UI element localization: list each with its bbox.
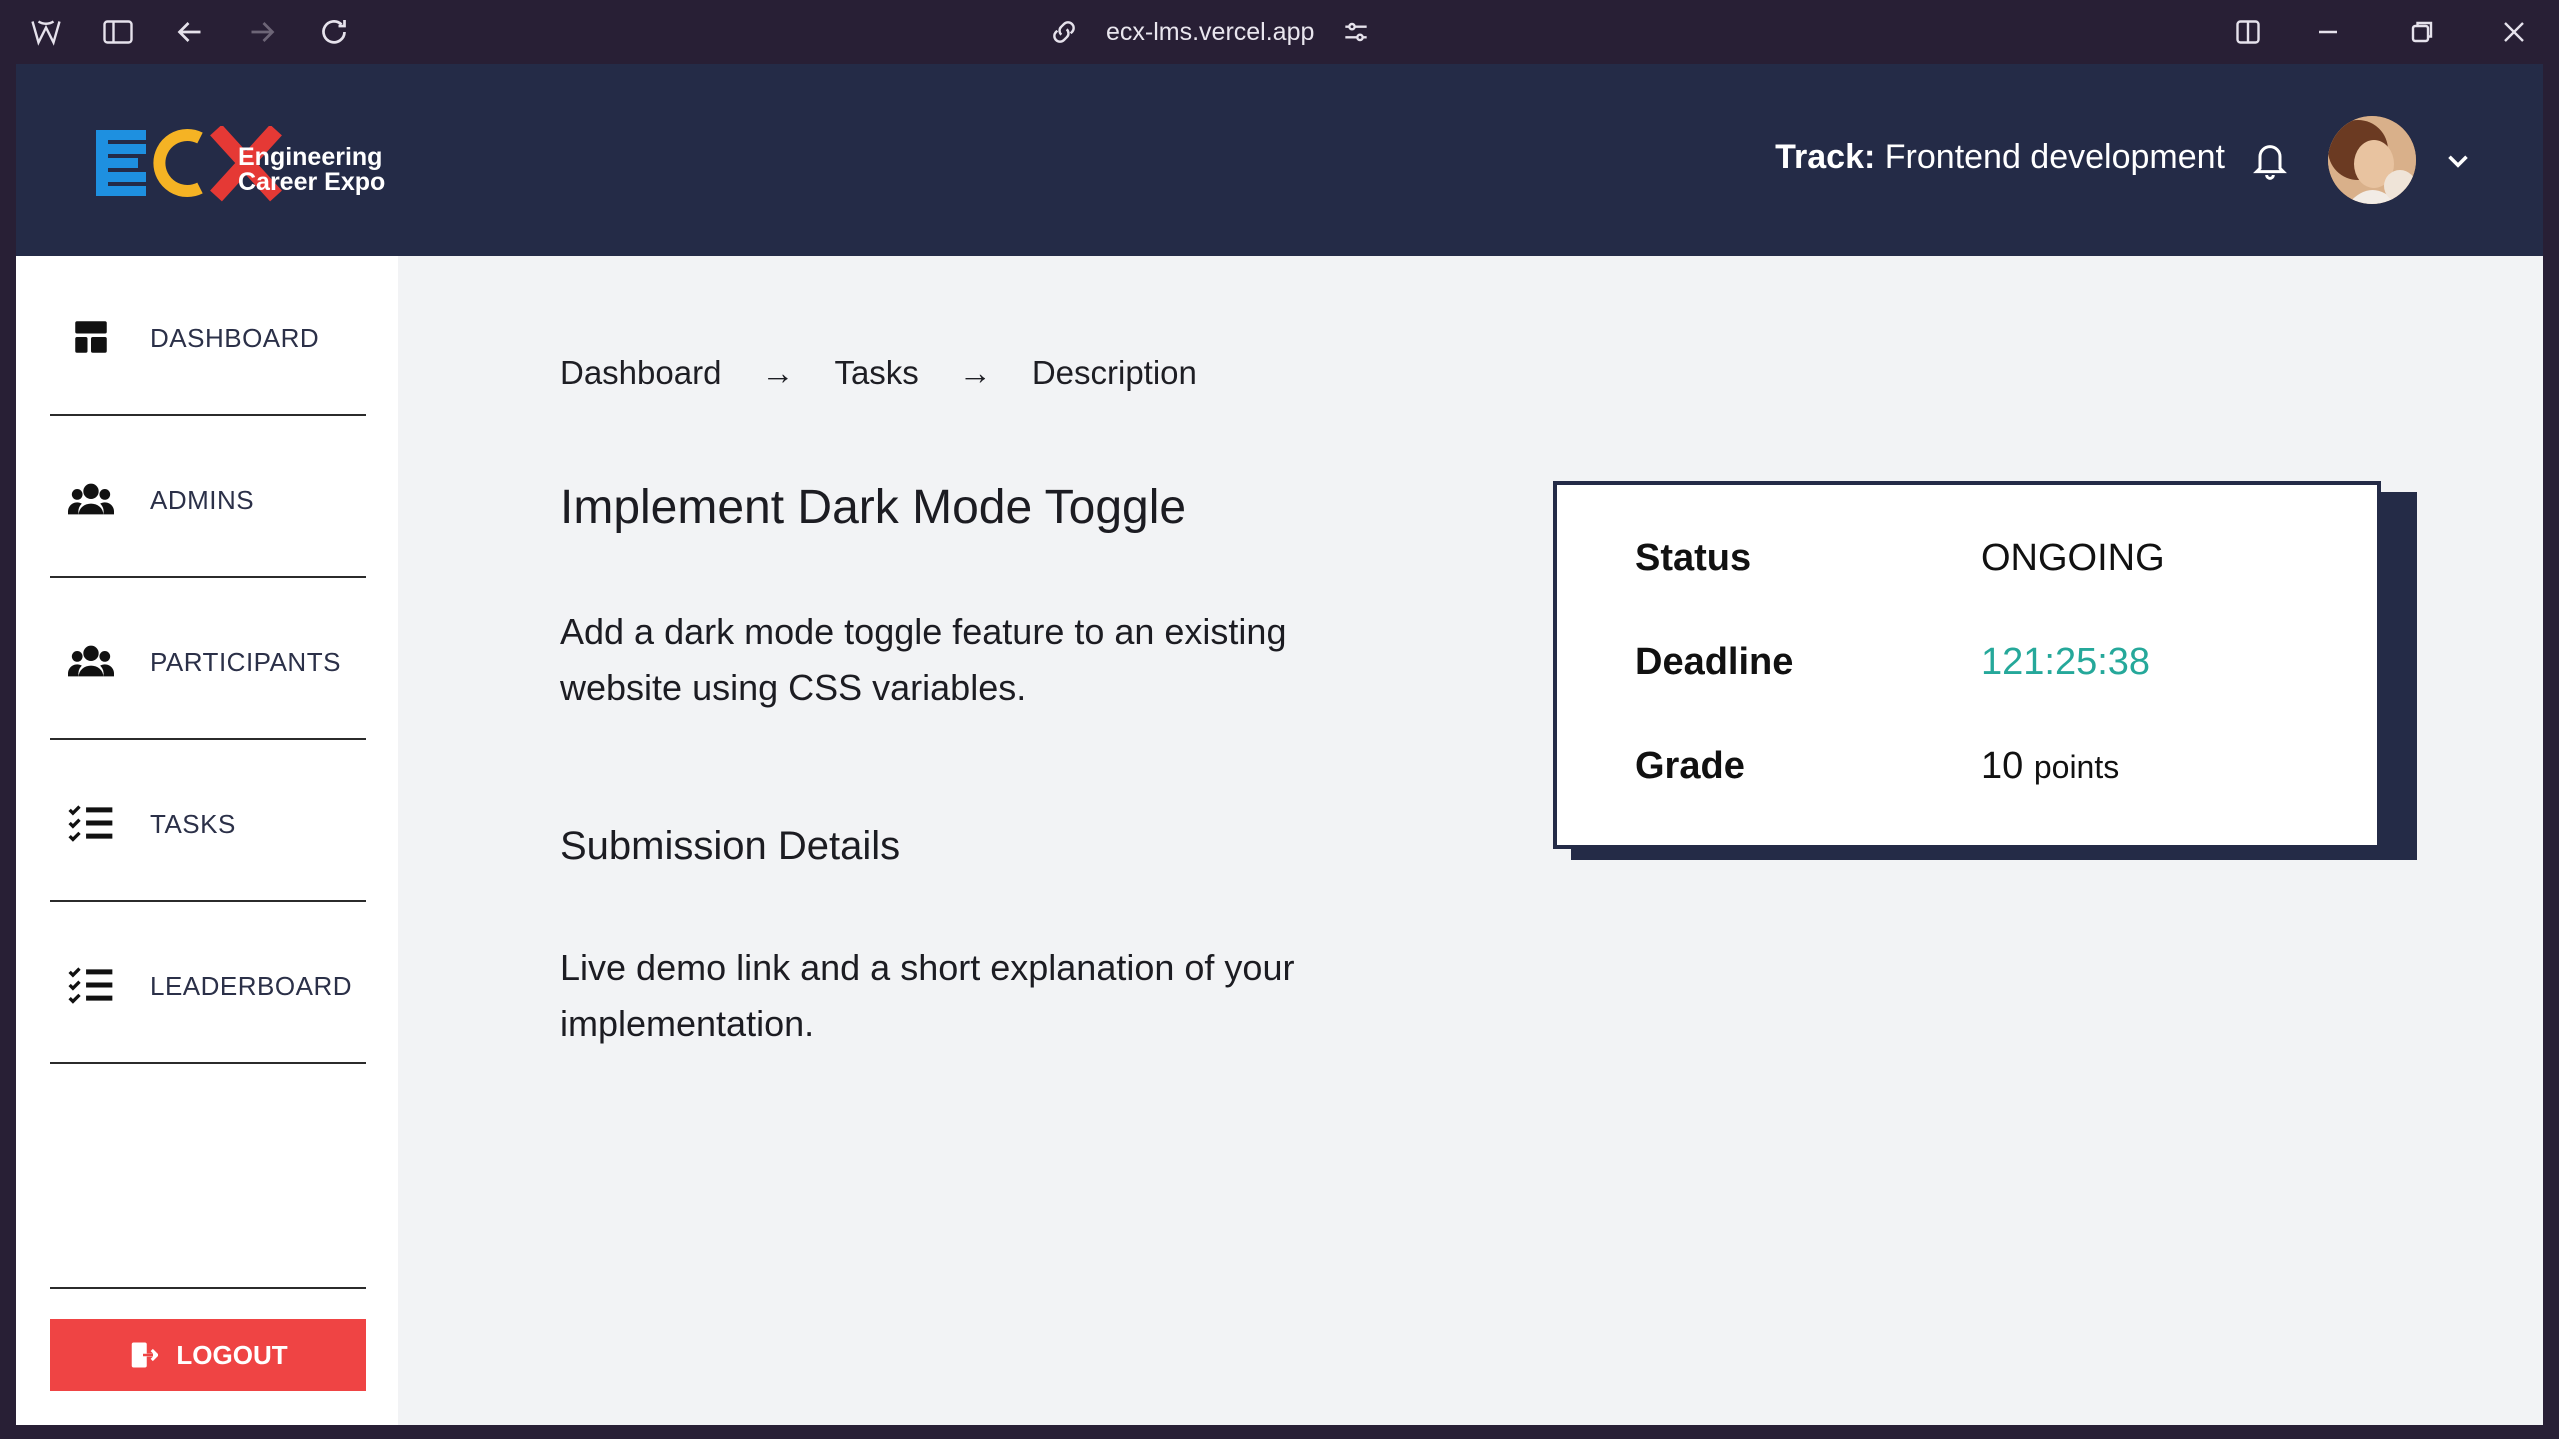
logo-text-line2: Career Expo (238, 168, 386, 196)
breadcrumb-separator: → (761, 354, 795, 391)
logout-icon (132, 1342, 159, 1368)
back-icon[interactable] (172, 14, 208, 50)
checklist-icon (68, 805, 113, 842)
breadcrumb: Dashboard → Tasks → Description (560, 354, 1197, 392)
logout-button[interactable]: LOGOUT (50, 1319, 366, 1391)
task-title: Implement Dark Mode Toggle (560, 481, 1187, 534)
logo-text: Engineering Career Expo (238, 145, 385, 195)
sidebar-item-label: PARTICIPANTS (150, 647, 341, 677)
sidebar-item-participants[interactable]: PARTICIPANTS (50, 580, 366, 740)
task-info-card: Status ONGOING Deadline 121:25:38 Grade … (1553, 481, 2381, 849)
logout-label: LOGOUT (176, 1339, 288, 1370)
grade-value: 10 (1981, 745, 2024, 787)
restore-icon[interactable] (2404, 14, 2440, 50)
close-window-icon[interactable] (2496, 14, 2532, 50)
sidebar-item-tasks[interactable]: TASKS (50, 742, 366, 902)
deadline-countdown: 121:25:38 (1981, 641, 2151, 683)
status-label: Status (1635, 537, 1752, 579)
sidebar-item-label: DASHBOARD (150, 323, 320, 353)
breadcrumb-dashboard[interactable]: Dashboard (560, 354, 721, 392)
track-value: Frontend development (1884, 138, 2225, 176)
notification-bell-icon[interactable] (2250, 138, 2290, 182)
url-text[interactable]: ecx-lms.vercel.app (1106, 18, 1314, 47)
sidebar-item-admins[interactable]: ADMINS (50, 418, 366, 578)
address-bar[interactable]: ecx-lms.vercel.app (1048, 12, 1372, 52)
sidebar-toggle-icon[interactable] (100, 14, 136, 50)
submission-title: Submission Details (560, 824, 901, 868)
deadline-label: Deadline (1635, 641, 1794, 683)
breadcrumb-tasks[interactable]: Tasks (834, 354, 918, 392)
breadcrumb-separator: → (958, 354, 992, 391)
sidebar-divider (50, 1287, 366, 1289)
sidebar-item-label: TASKS (150, 809, 236, 839)
users-icon (68, 483, 114, 515)
track-info: Track: Frontend development (1775, 138, 2225, 177)
minimize-icon[interactable] (2310, 14, 2346, 50)
link-icon (1053, 21, 1075, 43)
sidebar-item-label: ADMINS (150, 485, 255, 515)
forward-icon[interactable] (244, 14, 280, 50)
grade-label: Grade (1635, 745, 1745, 787)
split-view-icon[interactable] (2230, 14, 2266, 50)
sidebar-item-leaderboard[interactable]: LEADERBOARD (50, 904, 366, 1064)
grade-value-wrap: 10 points (1981, 745, 2119, 788)
chevron-down-icon[interactable] (2441, 144, 2475, 178)
sidebar: DASHBOARD ADMINS PARTICIPANTS TASKS LEAD… (16, 256, 398, 1425)
status-value: ONGOING (1981, 537, 2165, 579)
checklist-icon (68, 967, 113, 1004)
site-settings-icon[interactable] (1340, 16, 1372, 48)
app-window: Engineering Career Expo Track: Frontend … (16, 64, 2543, 1425)
breadcrumb-description: Description (1031, 354, 1197, 391)
reload-icon[interactable] (316, 14, 352, 50)
sidebar-item-label: LEADERBOARD (150, 971, 352, 1001)
dashboard-icon (75, 321, 107, 353)
users-icon (68, 645, 114, 677)
submission-description: Live demo link and a short explanation o… (560, 947, 1295, 1044)
logo-text-line1: Engineering (238, 143, 383, 171)
task-description: Add a dark mode toggle feature to an exi… (560, 611, 1287, 708)
app-header: Engineering Career Expo Track: Frontend … (16, 64, 2543, 256)
browser-toolbar: ecx-lms.vercel.app (0, 0, 2559, 64)
track-label: Track: (1775, 138, 1876, 176)
user-avatar[interactable] (2328, 116, 2416, 204)
browser-logo-icon[interactable] (28, 14, 64, 50)
grade-unit: points (2033, 749, 2120, 785)
sidebar-item-dashboard[interactable]: DASHBOARD (50, 256, 366, 416)
